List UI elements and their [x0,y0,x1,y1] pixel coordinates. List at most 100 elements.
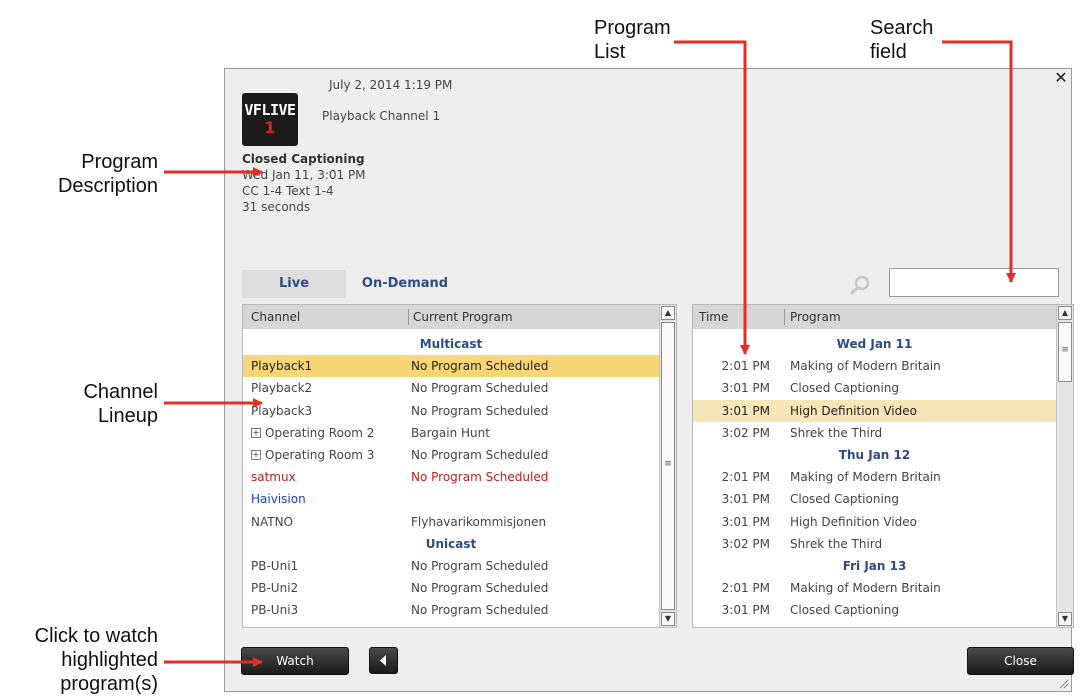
channel-name-cell: NATNO [251,514,294,529]
channel-logo: VFLIVE 1 [242,93,298,146]
program-guide-dialog: ✕ VFLIVE 1 July 2, 2014 1:19 PM Playback… [224,68,1074,692]
program-row[interactable]: 2:01 PM Making of Modern Britain [693,355,1056,377]
column-header-time[interactable]: Time [699,305,728,329]
program-title-cell: Making of Modern Britain [790,359,941,374]
channel-rows: Multicast Playback1 No Program Scheduled Pl… [243,333,659,621]
callout-search-field: Search field [870,17,934,63]
scroll-thumb[interactable]: ≡ [661,322,675,610]
resize-grip-icon[interactable] [1057,677,1069,689]
program-time-cell: 3:01 PM [721,403,770,418]
program-scrollbar[interactable]: ▲ ≡ ▼ [1056,305,1073,627]
channel-table-header: Channel Current Program [243,305,659,329]
tab-live[interactable]: Live [242,270,346,298]
channel-row[interactable]: PB-Uni1 No Program Scheduled [243,555,659,577]
program-row[interactable]: 3:01 PM High Definition Video [693,399,1056,422]
scroll-down-icon[interactable]: ▼ [661,612,675,626]
channel-row[interactable]: PB-Uni2 No Program Scheduled [243,577,659,599]
scroll-down-icon[interactable]: ▼ [1058,612,1072,626]
back-button[interactable] [369,647,398,674]
program-time-cell: 2:01 PM [721,581,770,596]
program-description: Closed Captioning Wed Jan 11, 3:01 PM CC… [242,151,366,215]
program-row[interactable]: 3:01 PM Closed Captioning [693,599,1056,621]
tab-on-demand[interactable]: On-Demand [355,270,455,298]
search-input[interactable] [889,268,1059,297]
program-when: Wed Jan 11, 3:01 PM [242,168,366,182]
scroll-up-icon[interactable]: ▲ [1058,306,1072,320]
program-title-cell: Making of Modern Britain [790,581,941,596]
program-time-cell: 3:01 PM [721,381,770,396]
channel-row[interactable]: satmux No Program Scheduled [243,466,659,488]
program-row[interactable]: 3:02 PM Shrek the Third [693,533,1056,555]
callout-watch: Click to watch highlighted program(s) [34,625,158,695]
program-title-cell: High Definition Video [790,403,917,418]
program-title-cell: Closed Captioning [790,492,900,507]
channel-name: Playback Channel 1 [322,109,441,123]
current-program-cell: No Program Scheduled [411,447,549,462]
channel-row[interactable]: Playback3 No Program Scheduled [243,400,659,422]
triangle-left-icon [380,655,386,666]
program-title-cell: Shrek the Third [790,536,883,551]
program-time-cell: 3:01 PM [721,492,770,507]
program-time-cell: 3:01 PM [721,514,770,529]
scroll-thumb[interactable]: ≡ [1058,322,1072,382]
program-title-cell: Closed Captioning [790,603,900,618]
close-icon[interactable]: ✕ [1053,70,1069,86]
program-title: Closed Captioning [242,152,365,166]
current-program-cell: No Program Scheduled [411,359,549,374]
current-program-cell: No Program Scheduled [411,558,549,573]
channel-name-cell: PB-Uni1 [251,558,299,573]
column-header-program[interactable]: Program [790,305,841,329]
channel-row[interactable]: + Operating Room 3 No Program Scheduled [243,444,659,466]
channel-row[interactable]: PB-Uni3 No Program Scheduled [243,599,659,621]
column-header-current-program[interactable]: Current Program [413,305,513,329]
column-header-channel[interactable]: Channel [251,305,300,329]
current-program-cell: No Program Scheduled [411,581,549,596]
watch-button[interactable]: Watch [241,647,349,675]
channel-name-cell: satmux [251,470,296,485]
channel-row[interactable]: + Operating Room 2 Bargain Hunt [243,422,659,444]
current-program-cell: Bargain Hunt [411,425,490,440]
channel-row[interactable]: Haivision [243,488,659,510]
plus-box-icon[interactable]: + [251,450,261,461]
program-row[interactable]: 2:01 PM Making of Modern Britain [693,577,1056,599]
plus-box-icon[interactable]: + [251,428,261,439]
channel-name-cell: Playback1 [251,359,313,374]
search-icon[interactable] [850,275,870,295]
current-program-cell: No Program Scheduled [411,603,549,618]
program-time-cell: 3:02 PM [721,536,770,551]
current-datetime: July 2, 2014 1:19 PM [329,78,453,92]
program-table-header: Time Program [693,305,1056,329]
program-row[interactable]: 3:02 PM Shrek the Third [693,422,1056,444]
channel-group-header[interactable]: Unicast [243,533,659,555]
program-title-cell: High Definition Video [790,514,917,529]
program-row[interactable]: 3:01 PM Closed Captioning [693,488,1056,510]
program-day-header[interactable]: Fri Jan 13 [693,555,1056,577]
channel-row[interactable]: NATNO Flyhavarikommisjonen [243,511,659,533]
current-program-cell: No Program Scheduled [411,403,549,418]
channel-group-header[interactable]: Multicast [243,333,659,355]
channel-row[interactable]: Playback2 No Program Scheduled [243,377,659,399]
channel-row[interactable]: Playback1 No Program Scheduled [243,355,659,378]
channel-name-cell: + Operating Room 3 [251,447,375,462]
program-day-header[interactable]: Thu Jan 12 [693,444,1056,466]
program-time-cell: 3:02 PM [721,425,770,440]
program-row[interactable]: 2:01 PM Making of Modern Britain [693,466,1056,488]
callout-program-list: Program List [594,17,671,63]
callout-channel-lineup: Channel Lineup [83,381,158,427]
program-day-header[interactable]: Wed Jan 11 [693,333,1056,355]
channel-name-cell: PB-Uni2 [251,581,299,596]
program-row[interactable]: 3:01 PM Closed Captioning [693,377,1056,399]
channel-name-cell: Playback3 [251,403,313,418]
channel-name-cell: Playback2 [251,381,313,396]
program-title-cell: Shrek the Third [790,425,883,440]
program-rows: Wed Jan 11 2:01 PM Making of Modern Britai… [693,333,1056,621]
channel-scrollbar[interactable]: ▲ ≡ ▼ [659,305,676,627]
close-button[interactable]: Close [967,647,1074,675]
program-time-cell: 2:01 PM [721,470,770,485]
program-row[interactable]: 3:01 PM High Definition Video [693,511,1056,533]
program-captions: CC 1-4 Text 1-4 [242,184,334,198]
scroll-up-icon[interactable]: ▲ [661,306,675,320]
program-list-table: Time Program Wed Jan 11 2:01 PM Making of … [692,304,1074,628]
channel-lineup-table: Channel Current Program Multicast Playbac… [242,304,677,628]
channel-name-cell: PB-Uni3 [251,603,299,618]
